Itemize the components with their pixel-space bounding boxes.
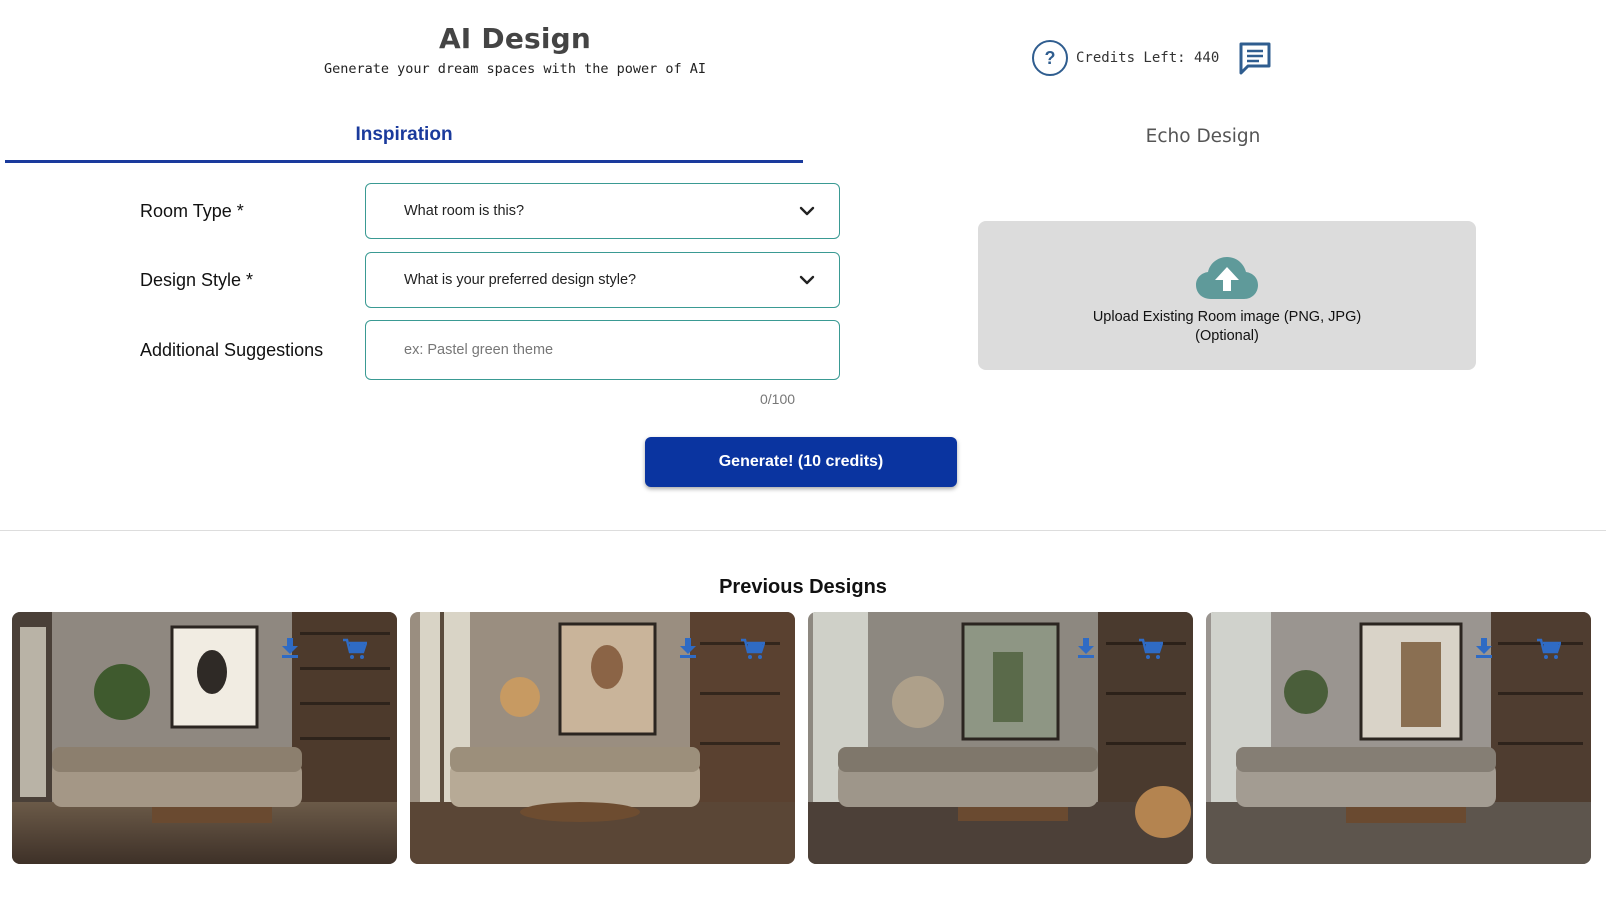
room-image <box>1206 612 1591 864</box>
design-card-1[interactable] <box>12 612 397 864</box>
previous-designs-title: Previous Designs <box>719 576 887 598</box>
cart-icon[interactable] <box>1139 638 1163 660</box>
download-icon[interactable] <box>1475 638 1493 658</box>
room-image <box>808 612 1193 864</box>
design-card-2[interactable] <box>410 612 795 864</box>
cart-icon[interactable] <box>343 638 367 660</box>
design-style-select[interactable]: What is your preferred design style? <box>365 252 840 308</box>
room-image <box>12 612 397 864</box>
credits-area: ? Credits Left: 440 <box>1032 40 1273 76</box>
chat-icon[interactable] <box>1237 40 1273 76</box>
chevron-down-icon <box>799 206 815 216</box>
design-style-value: What is your preferred design style? <box>404 272 637 288</box>
suggestions-label: Additional Suggestions <box>140 340 324 360</box>
download-icon[interactable] <box>679 638 697 658</box>
cloud-upload-icon <box>1196 257 1258 299</box>
help-icon[interactable]: ? <box>1032 40 1068 76</box>
cart-icon[interactable] <box>741 638 765 660</box>
char-counter: 0/100 <box>760 391 796 407</box>
generate-button[interactable]: Generate! (10 credits) <box>645 437 957 487</box>
room-type-select[interactable]: What room is this? <box>365 183 840 239</box>
previous-designs-gallery <box>12 612 1591 864</box>
header-title-block: AI Design Generate your dream spaces wit… <box>300 22 730 77</box>
download-icon[interactable] <box>281 638 299 658</box>
cart-icon[interactable] <box>1537 638 1561 660</box>
design-style-label: Design Style * <box>140 270 254 290</box>
room-type-value: What room is this? <box>404 203 525 219</box>
app-subtitle: Generate your dream spaces with the powe… <box>323 61 706 77</box>
upload-optional: (Optional) <box>1195 328 1259 344</box>
mode-tabs: Inspiration Echo Design <box>5 110 1595 163</box>
upload-dropzone[interactable]: Upload Existing Room image (PNG, JPG) (O… <box>978 221 1476 370</box>
upload-title: Upload Existing Room image (PNG, JPG) <box>1092 309 1362 325</box>
download-icon[interactable] <box>1077 638 1095 658</box>
room-type-label: Room Type * <box>140 201 244 221</box>
suggestions-placeholder: ex: Pastel green theme <box>404 342 554 358</box>
room-image <box>410 612 795 864</box>
design-card-4[interactable] <box>1206 612 1591 864</box>
chevron-down-icon <box>799 275 815 285</box>
tab-echo-design[interactable]: Echo Design <box>803 110 1603 162</box>
tab-inspiration[interactable]: Inspiration <box>5 110 803 163</box>
section-divider <box>0 530 1606 531</box>
design-card-3[interactable] <box>808 612 1193 864</box>
credits-left: Credits Left: 440 <box>1076 50 1220 66</box>
suggestions-input[interactable]: ex: Pastel green theme <box>365 320 840 380</box>
app-title: AI Design <box>438 22 592 55</box>
